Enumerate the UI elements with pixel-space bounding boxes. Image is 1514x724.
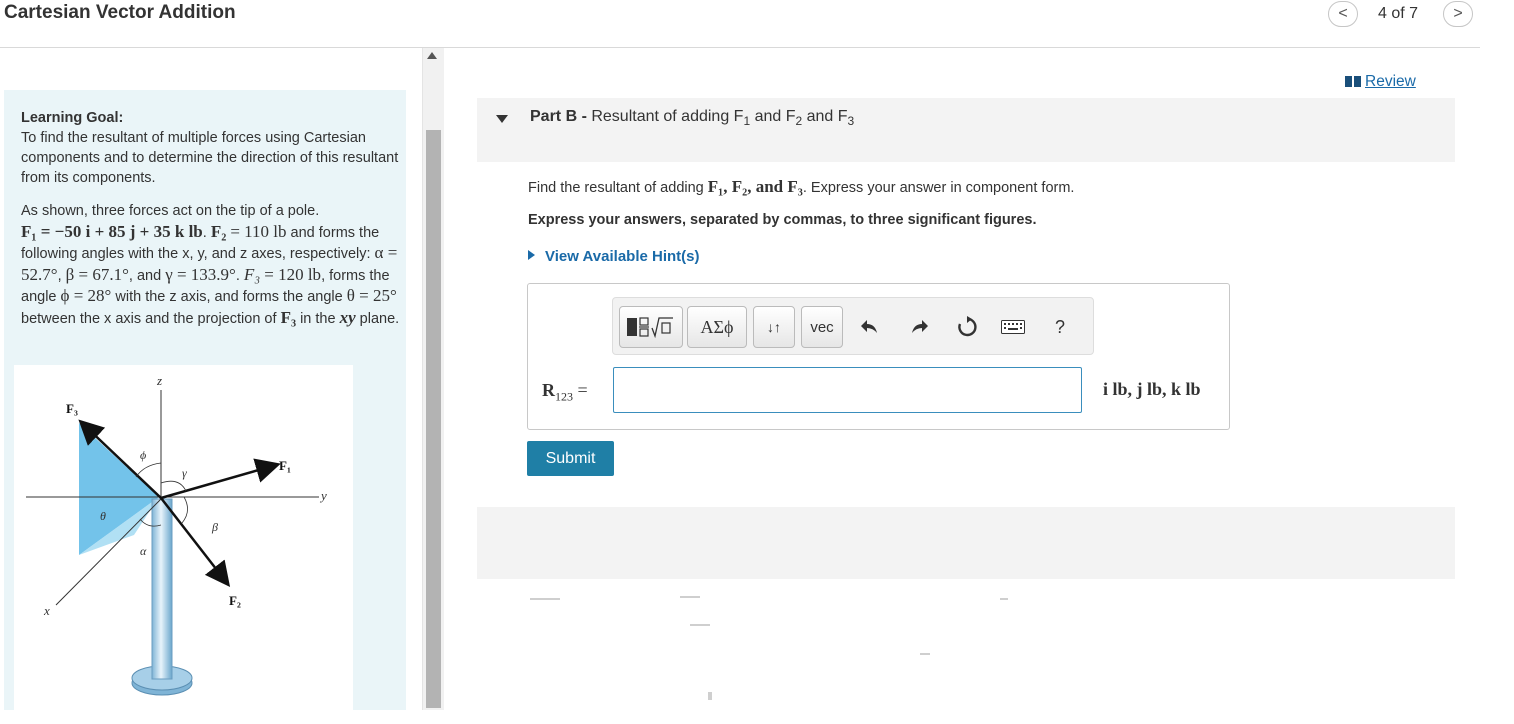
- page-counter: 4 of 7: [1378, 5, 1419, 22]
- gamma-label: γ: [182, 466, 187, 480]
- review-link[interactable]: Review: [1345, 73, 1416, 91]
- expand-caret-icon: [528, 250, 535, 260]
- phi-value: ϕ = 28°: [60, 286, 112, 305]
- learning-goal-text: To find the resultant of multiple forces…: [21, 130, 399, 186]
- f2-name: F₂: [210, 221, 227, 241]
- rendering-artifact: [690, 624, 710, 626]
- answer-label-sub: 123: [555, 389, 573, 404]
- rendering-artifact: [920, 653, 930, 655]
- templates-icon: [627, 317, 673, 339]
- answer-box: ΑΣϕ ↓↑ vec ? R123 = i lb, j lb, k lb: [527, 283, 1230, 430]
- vector-button[interactable]: vec: [801, 306, 843, 348]
- beta-arc: [181, 496, 188, 524]
- question-vectors: F₁, F₂, and F₃: [707, 177, 803, 196]
- redo-icon[interactable]: [906, 312, 932, 342]
- phi-text: with the z axis, and forms the angle: [115, 289, 343, 305]
- book-icon: [1345, 76, 1361, 87]
- left-panel-scrollbar[interactable]: [422, 48, 444, 710]
- alpha-label: α: [140, 544, 147, 558]
- plane-name: xy: [339, 307, 356, 327]
- theta-label: θ: [100, 509, 106, 523]
- undo-icon[interactable]: [857, 312, 883, 342]
- rendering-artifact: [708, 692, 712, 700]
- plane-end: plane.: [359, 310, 400, 327]
- answer-label-main: R: [542, 380, 555, 400]
- f2-label: F₂: [229, 593, 241, 608]
- review-label: Review: [1365, 73, 1416, 90]
- question-suffix: . Express your answer in component form.: [802, 180, 1075, 196]
- z-label: z: [156, 373, 162, 388]
- help-icon[interactable]: ?: [1047, 312, 1073, 342]
- answer-equals: =: [573, 380, 588, 400]
- feedback-area: [477, 507, 1455, 579]
- page-title: Cartesian Vector Addition: [4, 2, 236, 23]
- phi-label: ϕ: [140, 448, 146, 462]
- scroll-up-arrow-icon[interactable]: [427, 52, 437, 59]
- previous-button[interactable]: <: [1328, 1, 1358, 27]
- f3-name-2: F₃: [280, 307, 297, 327]
- scroll-thumb[interactable]: [426, 130, 441, 708]
- f1-label: F₁: [279, 458, 291, 473]
- x-label: x: [43, 603, 50, 618]
- f3-label: F₃: [66, 401, 78, 416]
- templates-button[interactable]: [619, 306, 683, 348]
- beta-label: β: [211, 520, 218, 534]
- view-hints-link[interactable]: View Available Hint(s): [528, 248, 700, 265]
- answer-units: i lb, j lb, k lb: [1103, 379, 1201, 399]
- question-prefix: Find the resultant of adding: [528, 180, 704, 196]
- f1-definition: F₁ = −50 i + 85 j + 35 k lb: [21, 221, 203, 241]
- phi-arc: [135, 462, 162, 478]
- beta-value: β = 67.1°: [65, 264, 129, 284]
- question-text: Find the resultant of adding F₁, F₂, and…: [528, 177, 1074, 197]
- part-and1: and F: [750, 108, 796, 125]
- gamma-value: γ = 133.9°: [165, 264, 236, 284]
- f3-name: F₃: [243, 264, 261, 284]
- f3-value: = 120 lb: [264, 264, 322, 284]
- hints-label: View Available Hint(s): [545, 248, 700, 265]
- learning-goal: Learning Goal: To find the resultant of …: [21, 108, 401, 188]
- part-and2: and F: [802, 108, 848, 125]
- rendering-artifact: [1000, 598, 1008, 600]
- rendering-artifact: [530, 598, 560, 600]
- force-diagram: z y x F₃ F₁ F₂ ϕ γ β θ α: [14, 365, 353, 710]
- submit-button[interactable]: Submit: [527, 441, 614, 476]
- sort-arrows-button[interactable]: ↓↑: [753, 306, 795, 348]
- part-separator: -: [577, 108, 592, 125]
- plane-text: in the: [300, 310, 336, 327]
- f1-arrow: [160, 458, 281, 500]
- next-button[interactable]: >: [1443, 1, 1473, 27]
- math-toolbar: ΑΣϕ ↓↑ vec ?: [612, 297, 1094, 355]
- rendering-artifact: [680, 596, 700, 598]
- part-title: Part B - Resultant of adding F1 and F2 a…: [530, 108, 854, 128]
- answer-variable-label: R123 =: [542, 380, 588, 405]
- problem-panel: Learning Goal: To find the resultant of …: [4, 90, 406, 710]
- keyboard-icon[interactable]: [1000, 312, 1026, 342]
- part-sub3: 3: [847, 114, 855, 129]
- collapse-caret-icon[interactable]: [496, 115, 508, 123]
- header: Cartesian Vector Addition < 4 of 7 >: [0, 0, 1480, 48]
- part-title-prefix: Resultant of adding F: [591, 108, 744, 125]
- theta-text: between the x axis and the projection of: [21, 310, 277, 327]
- y-label: y: [319, 488, 327, 503]
- gamma-arc: [160, 480, 187, 492]
- theta-value: θ = 25°: [346, 286, 397, 305]
- learning-goal-heading: Learning Goal:: [21, 110, 124, 126]
- part-header: Part B - Resultant of adding F1 and F2 a…: [477, 98, 1455, 162]
- problem-statement: As shown, three forces act on the tip of…: [21, 203, 400, 327]
- greek-symbols-button[interactable]: ΑΣϕ: [687, 306, 747, 348]
- answer-instructions: Express your answers, separated by comma…: [528, 212, 1037, 228]
- problem-intro: As shown, three forces act on the tip of…: [21, 203, 320, 219]
- answer-input[interactable]: [613, 367, 1082, 413]
- f2-value: = 110 lb: [230, 221, 287, 241]
- part-label: Part B: [530, 108, 578, 125]
- reset-icon[interactable]: [954, 312, 980, 342]
